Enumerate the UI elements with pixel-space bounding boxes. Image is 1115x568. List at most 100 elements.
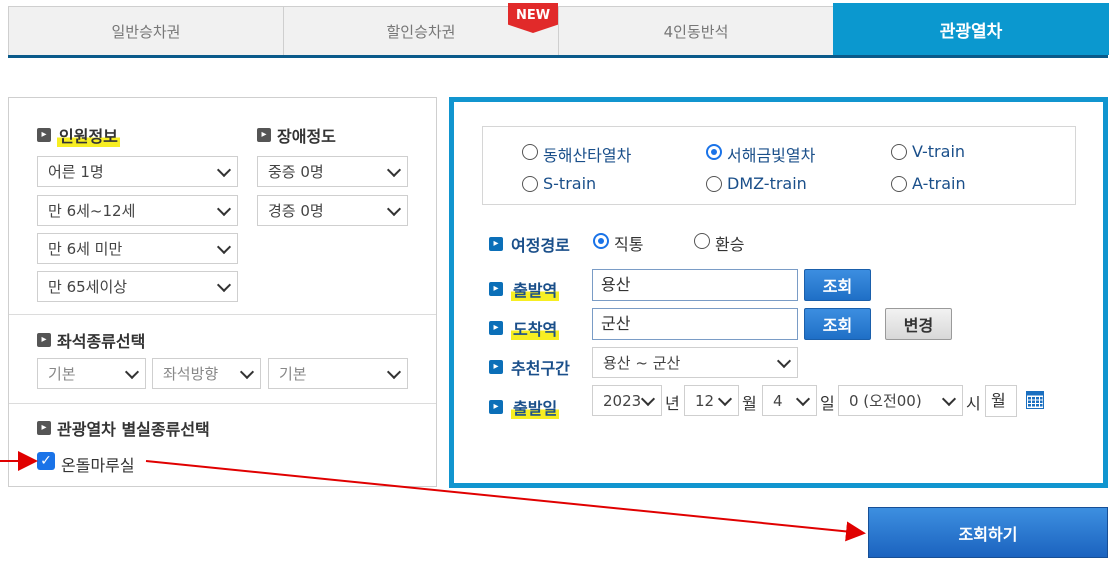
- arrow-bullet-icon: ▸: [37, 333, 51, 347]
- select-value: 만 65세이상: [48, 278, 128, 296]
- select-value: 0 (오전00): [849, 392, 922, 410]
- departure-lookup-button[interactable]: 조회: [804, 269, 871, 301]
- tab-general-ticket[interactable]: 일반승차권: [8, 6, 284, 55]
- tab-tourist-train[interactable]: 관광열차: [833, 3, 1109, 55]
- month-unit: 월: [742, 394, 757, 413]
- arrow-bullet-icon: ▸: [37, 128, 51, 142]
- route-label: 여정경로: [511, 236, 570, 255]
- select-value: 2023: [603, 391, 642, 410]
- seat-direction-select[interactable]: 좌석방향: [152, 358, 261, 389]
- route-direct-label[interactable]: 직통: [614, 231, 643, 255]
- date-label: 출발일: [511, 395, 560, 419]
- train-label-seohae-geumbit[interactable]: 서해금빛열차: [727, 142, 815, 166]
- chevron-down-icon: [640, 391, 656, 406]
- chevron-down-icon: [216, 277, 232, 292]
- severe-disability-select[interactable]: 중증 0명: [257, 156, 408, 187]
- journey-panel: 동해산타열차 서해금빛열차 V-train S-train DMZ-train …: [449, 97, 1108, 488]
- route-transfer-label[interactable]: 환승: [715, 231, 744, 255]
- arrival-station-input[interactable]: 군산: [592, 308, 798, 340]
- select-value: 기본: [279, 365, 307, 383]
- chevron-down-icon: [239, 364, 255, 379]
- chevron-down-icon: [216, 162, 232, 177]
- departure-label: 출발역: [511, 277, 560, 301]
- select-value: 만 6세 미만: [48, 240, 123, 258]
- hour-select[interactable]: 0 (오전00): [838, 385, 963, 416]
- disability-title: 장애정도: [277, 127, 336, 146]
- year-unit: 년: [665, 394, 680, 413]
- seat-type-select[interactable]: 기본: [37, 358, 146, 389]
- train-radio-s-train[interactable]: [522, 176, 538, 192]
- select-value: 12: [695, 391, 715, 410]
- train-label-v-train[interactable]: V-train: [912, 142, 965, 161]
- chevron-down-icon: [216, 201, 232, 216]
- train-radio-donghae-santa[interactable]: [522, 144, 538, 160]
- chevron-down-icon: [795, 391, 811, 406]
- recommended-route-select[interactable]: 용산 ~ 군산: [592, 347, 798, 378]
- arrow-bullet-icon: ▸: [489, 321, 503, 335]
- chevron-down-icon: [216, 239, 232, 254]
- train-label-a-train[interactable]: A-train: [912, 174, 966, 193]
- arrow-bullet-icon: ▸: [489, 237, 503, 251]
- arrow-bullet-icon: ▸: [489, 400, 503, 414]
- special-room-title: 관광열차 별실종류선택: [57, 420, 210, 439]
- arrow-bullet-icon: ▸: [257, 128, 271, 142]
- tab-label: 관광열차: [939, 22, 1003, 42]
- arrival-lookup-button[interactable]: 조회: [804, 308, 871, 340]
- select-value: 만 6세~12세: [48, 202, 136, 220]
- passenger-info-title: 인원정보: [57, 123, 120, 147]
- search-button-label: 조회하기: [958, 524, 1018, 544]
- year-select[interactable]: 2023: [592, 385, 662, 416]
- senior-count-select[interactable]: 만 65세이상: [37, 271, 238, 302]
- month-select[interactable]: 12: [684, 385, 739, 416]
- ondol-room-label[interactable]: 온돌마루실: [61, 452, 135, 476]
- train-radio-dmz-train[interactable]: [706, 176, 722, 192]
- select-value: 기본: [48, 365, 76, 383]
- select-value: 어른 1명: [48, 163, 104, 181]
- chevron-down-icon: [386, 201, 402, 216]
- train-selection-box: 동해산타열차 서해금빛열차 V-train S-train DMZ-train …: [482, 126, 1076, 205]
- seat-position-select[interactable]: 기본: [268, 358, 408, 389]
- ondol-room-checkbox[interactable]: ✓: [37, 452, 55, 470]
- passenger-info-heading: ▸ 인원정보: [37, 123, 120, 147]
- adult-count-select[interactable]: 어른 1명: [37, 156, 238, 187]
- train-radio-v-train[interactable]: [891, 144, 907, 160]
- mild-disability-select[interactable]: 경증 0명: [257, 195, 408, 226]
- search-trains-button[interactable]: 조회하기: [868, 507, 1108, 558]
- route-transfer-radio[interactable]: [694, 233, 710, 249]
- departure-label-row: ▸ 출발역: [489, 277, 560, 301]
- tab-label: 4인동반석: [663, 22, 729, 41]
- chevron-down-icon: [717, 391, 733, 406]
- tab-discount-ticket[interactable]: 할인승차권 NEW: [283, 3, 559, 55]
- recommended-label-row: ▸ 추천구간: [489, 355, 570, 379]
- swap-stations-button[interactable]: 변경: [885, 308, 952, 340]
- hour-unit: 시: [966, 394, 981, 413]
- arrow-bullet-icon: ▸: [489, 360, 503, 374]
- select-value: 중증 0명: [268, 163, 324, 181]
- select-value: 좌석방향: [163, 365, 219, 383]
- arrow-bullet-icon: ▸: [489, 282, 503, 296]
- train-radio-seohae-geumbit[interactable]: [706, 144, 722, 160]
- tab-group-seat[interactable]: 4인동반석: [558, 6, 834, 55]
- route-direct-radio[interactable]: [593, 233, 609, 249]
- day-select[interactable]: 4: [762, 385, 817, 416]
- arrow-bullet-icon: ▸: [37, 421, 51, 435]
- seat-type-heading: ▸ 좌석종류선택: [37, 328, 145, 352]
- train-label-s-train[interactable]: S-train: [543, 174, 596, 193]
- calendar-icon[interactable]: [1026, 391, 1044, 409]
- disability-heading: ▸ 장애정도: [257, 123, 336, 147]
- departure-station-input[interactable]: 용산: [592, 269, 798, 301]
- infant-count-select[interactable]: 만 6세 미만: [37, 233, 238, 264]
- select-value: 용산 ~ 군산: [603, 354, 681, 372]
- chevron-down-icon: [776, 353, 792, 368]
- train-label-dmz-train[interactable]: DMZ-train: [727, 174, 807, 193]
- special-room-heading: ▸ 관광열차 별실종류선택: [37, 416, 210, 440]
- check-icon: ✓: [40, 453, 52, 469]
- chevron-down-icon: [386, 364, 402, 379]
- child-count-select[interactable]: 만 6세~12세: [37, 195, 238, 226]
- chevron-down-icon: [124, 364, 140, 379]
- train-radio-a-train[interactable]: [891, 176, 907, 192]
- train-label-donghae-santa[interactable]: 동해산타열차: [543, 142, 631, 166]
- ticket-tabs: 일반승차권 할인승차권 NEW 4인동반석 관광열차: [8, 3, 1109, 58]
- weekday-field: 월: [985, 385, 1017, 417]
- arrival-label-row: ▸ 도착역: [489, 316, 560, 340]
